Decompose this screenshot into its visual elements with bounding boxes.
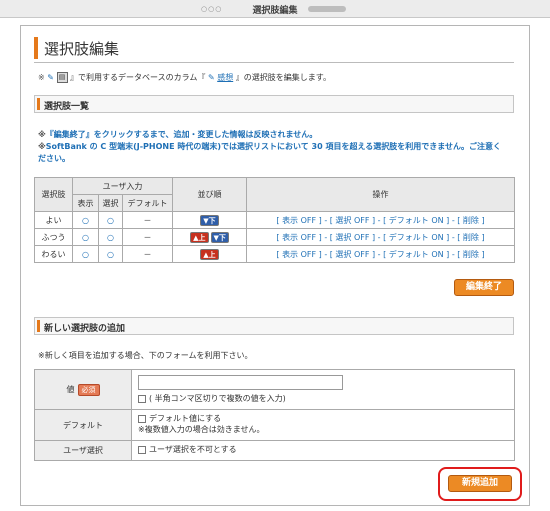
column-link[interactable]: 感想: [217, 73, 233, 82]
note-text-1: SoftBank の C 型端末(J-PHONE 時代の端末)では選択リストにお…: [38, 142, 501, 163]
user-select-cell: ユーザ選択を不可とする: [131, 440, 515, 461]
table-row: わるい ○ ○ － ▲上 [ 表示 OFF ] - [ 選択 OFF ] - […: [34, 245, 515, 263]
page-title: 選択肢編集: [34, 33, 514, 63]
value-label-cell: 値必須: [34, 369, 132, 410]
move-up-button[interactable]: ▲上: [190, 231, 209, 243]
col-header-select: 選択: [98, 194, 123, 212]
operation-cell: [ 表示 OFF ] - [ 選択 OFF ] - [ デフォルト ON ] -…: [246, 228, 515, 246]
note-text-0: 『編集終了』をクリックするまで、追加・変更した情報は反映されません。: [45, 130, 318, 139]
display-off-link[interactable]: 表示 OFF: [282, 233, 316, 242]
choice-label: ふつう: [34, 228, 73, 246]
value-input[interactable]: [138, 375, 343, 390]
add-choice-form: 値必須 ( 半角コンマ区切りで複数の値を入力) デフォルト デフォルト値にする …: [34, 369, 515, 461]
user-select-checkbox[interactable]: [138, 445, 146, 454]
choices-table: 選択肢 ユーザ入力 並び順 操作 表示 選択 デフォルト よい ○ ○ － ▼下…: [34, 177, 515, 263]
page-title-text: 選択肢編集: [44, 40, 120, 58]
default-flag: －: [122, 228, 173, 246]
default-checkbox[interactable]: [138, 414, 146, 423]
col-header-order: 並び順: [172, 177, 247, 212]
title-accent-bar: [34, 37, 38, 59]
move-up-button[interactable]: ▲上: [200, 248, 219, 260]
default-note: ※複数値入力の場合は効きません。: [138, 425, 265, 434]
multi-value-label: ( 半角コンマ区切りで複数の値を入力): [149, 394, 286, 403]
user-select-label-cell: ユーザ選択: [34, 440, 132, 461]
section-title-list: 選択肢一覧: [44, 102, 90, 112]
col-header-user-input: ユーザ入力: [72, 177, 173, 195]
value-label: 値: [66, 384, 75, 394]
window-pill-icon: [308, 6, 346, 12]
default-on-link[interactable]: デフォルト ON: [389, 216, 444, 225]
operation-cell: [ 表示 OFF ] - [ 選択 OFF ] - [ デフォルト ON ] -…: [246, 211, 515, 229]
intro-text: ※ ✎ ▤ 』で利用するデータベースのカラム『 ✎ 感想 』の選択肢を編集します…: [38, 72, 331, 83]
database-icon: ▤: [56, 72, 68, 83]
select-off-link[interactable]: 選択 OFF: [335, 233, 369, 242]
user-select-checkbox-label: ユーザ選択を不可とする: [149, 445, 237, 454]
default-label-cell: デフォルト: [34, 409, 132, 441]
section-title-add: 新しい選択肢の追加: [44, 324, 126, 334]
choice-label: よい: [34, 211, 73, 229]
default-cell: デフォルト値にする ※複数値入力の場合は効きません。: [131, 409, 515, 441]
table-row: よい ○ ○ － ▼下 [ 表示 OFF ] - [ 選択 OFF ] - [ …: [34, 211, 515, 229]
pen-icon-2: ✎: [207, 73, 215, 82]
default-on-link[interactable]: デフォルト ON: [389, 250, 444, 259]
select-flag: ○: [98, 245, 123, 263]
move-down-button[interactable]: ▼下: [210, 231, 229, 243]
default-flag: －: [122, 211, 173, 229]
add-note: ※新しく項目を追加する場合、下のフォームを利用下さい。: [38, 351, 253, 360]
pen-icon: ✎: [47, 73, 54, 82]
default-on-link[interactable]: デフォルト ON: [389, 233, 444, 242]
finish-edit-button[interactable]: 編集終了: [454, 279, 514, 296]
display-flag: ○: [72, 228, 99, 246]
delete-link[interactable]: 削除: [463, 216, 479, 225]
section-accent-bar: [37, 98, 40, 110]
multi-value-checkbox[interactable]: [138, 394, 146, 403]
move-down-button[interactable]: ▼下: [200, 214, 219, 226]
note-marker: ※: [38, 130, 46, 139]
section-accent-bar: [37, 320, 40, 332]
intro-prefix: ※: [38, 73, 45, 82]
display-off-link[interactable]: 表示 OFF: [282, 250, 316, 259]
display-flag: ○: [72, 211, 99, 229]
table-row: ふつう ○ ○ － ▲上 ▼下 [ 表示 OFF ] - [ 選択 OFF ] -…: [34, 228, 515, 246]
select-flag: ○: [98, 228, 123, 246]
value-cell: ( 半角コンマ区切りで複数の値を入力): [131, 369, 515, 410]
order-cell: ▼下: [172, 211, 247, 229]
section-header-add: 新しい選択肢の追加: [34, 317, 514, 335]
col-header-operation: 操作: [246, 177, 515, 212]
required-badge: 必須: [77, 383, 100, 396]
section-header-list: 選択肢一覧: [34, 95, 514, 113]
order-cell: ▲上 ▼下: [172, 228, 247, 246]
window-titlebar: ○○○ 選択肢編集: [0, 0, 550, 18]
order-cell: ▲上: [172, 245, 247, 263]
col-header-default: デフォルト: [122, 194, 173, 212]
col-header-choice: 選択肢: [34, 177, 73, 212]
delete-link[interactable]: 削除: [463, 250, 479, 259]
display-flag: ○: [72, 245, 99, 263]
intro-text-before: 』で利用するデータベースのカラム『: [70, 73, 206, 82]
select-off-link[interactable]: 選択 OFF: [335, 250, 369, 259]
note-marker: ※: [38, 142, 46, 151]
add-new-button[interactable]: 新規追加: [448, 475, 512, 492]
display-off-link[interactable]: 表示 OFF: [282, 216, 316, 225]
note-item: ※SoftBank の C 型端末(J-PHONE 時代の端末)では選択リストに…: [38, 141, 508, 165]
default-checkbox-label: デフォルト値にする: [149, 414, 222, 423]
select-flag: ○: [98, 211, 123, 229]
window-title: 選択肢編集: [252, 6, 298, 16]
operation-cell: [ 表示 OFF ] - [ 選択 OFF ] - [ デフォルト ON ] -…: [246, 245, 515, 263]
intro-text-after: 』の選択肢を編集します。: [235, 73, 331, 82]
choice-label: わるい: [34, 245, 73, 263]
col-header-display: 表示: [72, 194, 99, 212]
default-flag: －: [122, 245, 173, 263]
delete-link[interactable]: 削除: [463, 233, 479, 242]
select-off-link[interactable]: 選択 OFF: [335, 216, 369, 225]
note-item: ※『編集終了』をクリックするまで、追加・変更した情報は反映されません。: [38, 129, 317, 141]
